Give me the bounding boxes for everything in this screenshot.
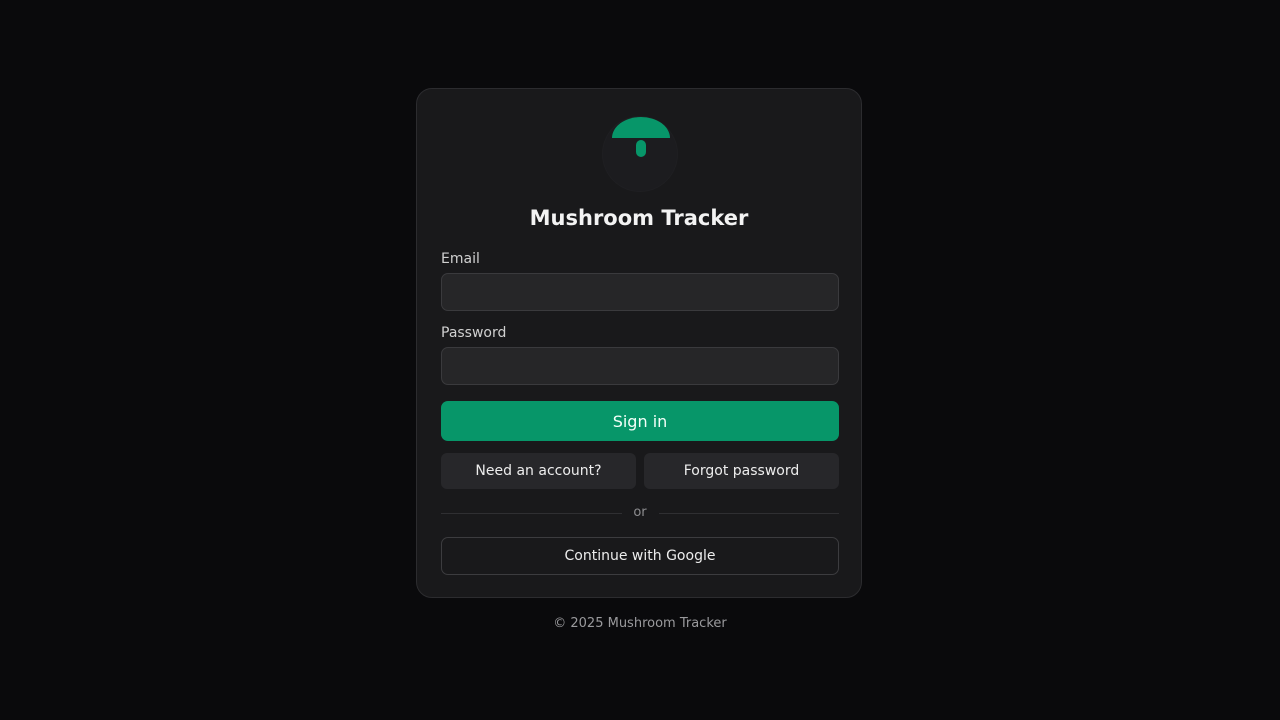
login-card: Mushroom Tracker Email Password Sign in …: [416, 88, 862, 598]
logo: [603, 117, 677, 191]
page-title: Mushroom Tracker: [529, 206, 749, 230]
password-field[interactable]: [441, 347, 839, 385]
or-divider: or: [441, 505, 839, 521]
email-label: Email: [441, 251, 480, 267]
password-label: Password: [441, 325, 507, 341]
continue-with-google-button[interactable]: Continue with Google: [441, 537, 839, 575]
divider-text: or: [633, 505, 647, 520]
mushroom-icon: [612, 117, 670, 157]
footer-copyright: © 2025 Mushroom Tracker: [553, 616, 727, 631]
email-field[interactable]: [441, 273, 839, 311]
sign-in-button[interactable]: Sign in: [441, 401, 839, 441]
need-account-button[interactable]: Need an account?: [441, 453, 636, 489]
forgot-password-button[interactable]: Forgot password: [644, 453, 839, 489]
